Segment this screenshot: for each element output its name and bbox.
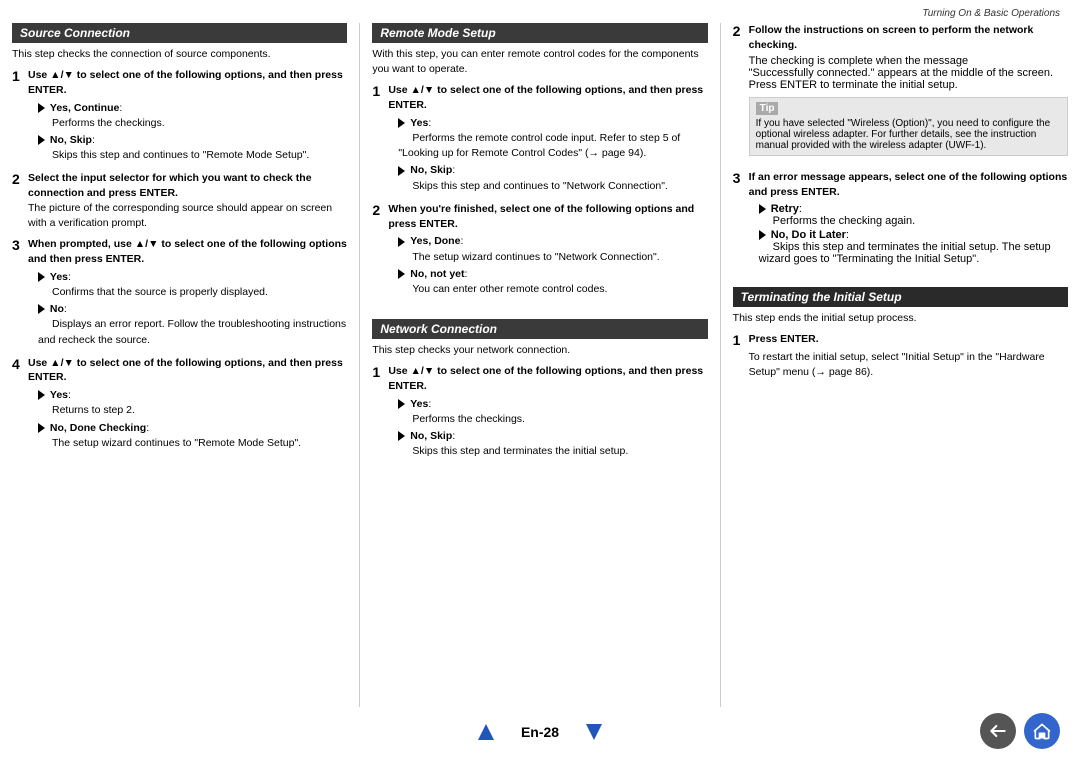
arrow-icon — [398, 399, 405, 409]
remote-item-1: 1 Use ▲/▼ to select one of the following… — [372, 83, 707, 195]
home-button[interactable] — [1024, 713, 1060, 749]
source-item-2: 2 Select the input selector for which yo… — [12, 171, 347, 231]
source-item-4: 4 Use ▲/▼ to select one of the following… — [12, 356, 347, 453]
remote-mode-section: Remote Mode Setup With this step, you ca… — [372, 23, 707, 305]
column-2: Remote Mode Setup With this step, you ca… — [372, 23, 707, 707]
network-checking-item: 2 Follow the instructions on screen to p… — [733, 23, 1068, 156]
terminating-header: Terminating the Initial Setup — [733, 287, 1068, 307]
arrow-icon — [38, 304, 45, 314]
arrow-icon — [38, 103, 45, 113]
arrow-icon — [398, 166, 405, 176]
arrow-icon — [38, 423, 45, 433]
remote-mode-content: With this step, you can enter remote con… — [372, 47, 707, 299]
network-connection-section: Network Connection This step checks your… — [372, 319, 707, 467]
terminating-item-1: 1 Press ENTER. To restart the initial se… — [733, 332, 1068, 380]
col-divider-1 — [359, 23, 360, 707]
col-divider-2 — [720, 23, 721, 707]
arrow-icon — [398, 118, 405, 128]
network-connection-content: This step checks your network connection… — [372, 343, 707, 461]
remote-mode-header: Remote Mode Setup — [372, 23, 707, 43]
arrow-icon — [398, 431, 405, 441]
column-3: 2 Follow the instructions on screen to p… — [733, 23, 1068, 707]
error-section-item: 3 If an error message appears, select on… — [733, 170, 1068, 266]
arrow-icon — [398, 269, 405, 279]
footer-nav-buttons — [980, 713, 1060, 749]
network-connection-header: Network Connection — [372, 319, 707, 339]
terminating-content: This step ends the initial setup process… — [733, 311, 1068, 380]
page-footer: En-28 — [0, 707, 1080, 757]
arrow-icon — [38, 272, 45, 282]
arrow-icon — [759, 204, 766, 214]
tip-box: Tip If you have selected "Wireless (Opti… — [749, 97, 1068, 156]
prev-page-button[interactable] — [471, 717, 501, 747]
next-page-button[interactable] — [579, 717, 609, 747]
page-header: Turning On & Basic Operations — [0, 0, 1080, 23]
back-button[interactable] — [980, 713, 1016, 749]
arrow-icon — [38, 135, 45, 145]
network-item-1: 1 Use ▲/▼ to select one of the following… — [372, 364, 707, 461]
column-1: Source Connection This step checks the c… — [12, 23, 347, 707]
source-item-1: 1 Use ▲/▼ to select one of the following… — [12, 68, 347, 165]
terminating-section: Terminating the Initial Setup This step … — [733, 287, 1068, 386]
source-connection-header: Source Connection — [12, 23, 347, 43]
remote-item-2: 2 When you're finished, select one of th… — [372, 202, 707, 299]
source-connection-content: This step checks the connection of sourc… — [12, 47, 347, 453]
arrow-icon — [759, 230, 766, 240]
source-item-3: 3 When prompted, use ▲/▼ to select one o… — [12, 237, 347, 349]
page-number: En-28 — [521, 724, 559, 740]
arrow-icon — [398, 237, 405, 247]
arrow-icon — [38, 390, 45, 400]
source-connection-section: Source Connection This step checks the c… — [12, 23, 347, 459]
